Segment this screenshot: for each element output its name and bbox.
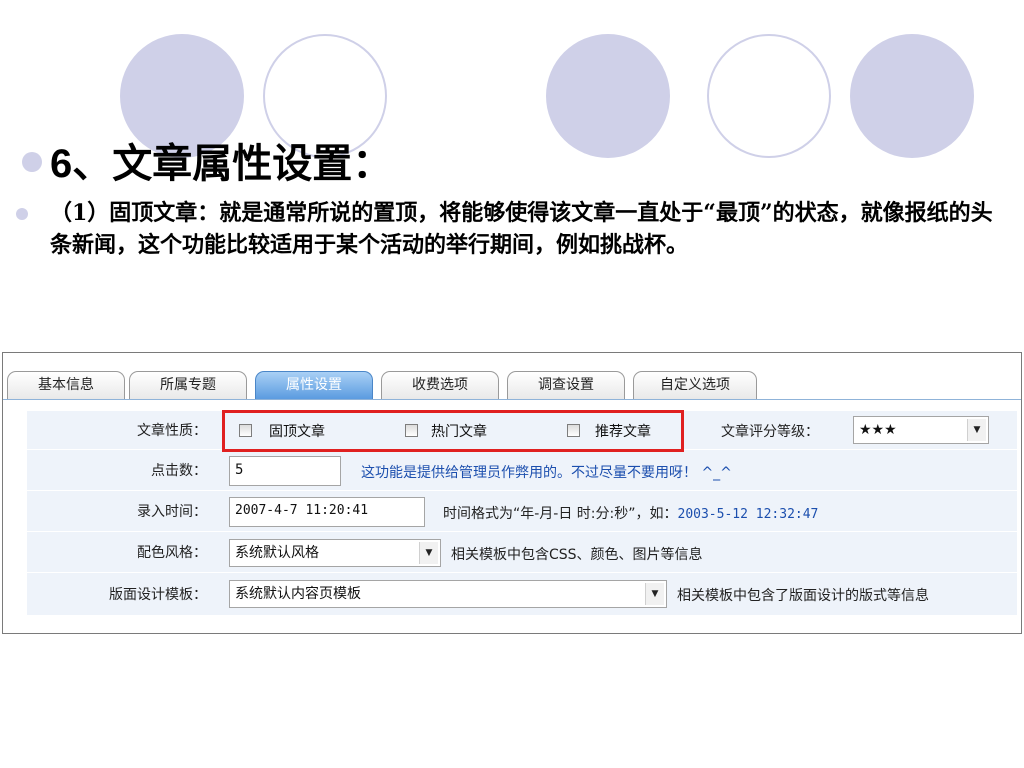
- highlight-frame: [222, 410, 684, 452]
- color-style-hint: 相关模板中包含CSS、颜色、图片等信息: [451, 547, 703, 563]
- entry-time-hint: 时间格式为“年-月-日 时:分:秒”，如：2003-5-12 12:32:47: [443, 503, 818, 523]
- entry-time-input[interactable]: 2007-4-7 11:20:41: [229, 497, 425, 527]
- clicks-hint: 这功能是提供给管理员作弊用的。不过尽量不要用呀！ ^_^: [361, 465, 732, 481]
- decorative-circle: [850, 34, 974, 158]
- decorative-circle: [707, 34, 831, 158]
- entry-time-example: 2003-5-12 12:32:47: [677, 507, 819, 522]
- tab-bar: 基本信息 所属专题 属性设置 收费选项 调查设置 自定义选项: [3, 353, 1021, 400]
- rating-label: 文章评分等级：: [721, 424, 819, 440]
- tab-attribute-settings[interactable]: 属性设置: [255, 371, 373, 399]
- rating-value: ★★★: [859, 422, 897, 438]
- color-style-select[interactable]: 系统默认风格 ▼: [229, 539, 441, 567]
- tab-special-topic[interactable]: 所属专题: [129, 371, 247, 399]
- bullet-icon: [22, 152, 42, 172]
- tab-fee-options[interactable]: 收费选项: [381, 371, 499, 399]
- tab-survey-settings[interactable]: 调查设置: [507, 371, 625, 399]
- tab-custom-options[interactable]: 自定义选项: [633, 371, 757, 399]
- layout-template-hint: 相关模板中包含了版面设计的版式等信息: [677, 588, 929, 604]
- rating-select[interactable]: ★★★ ▼: [853, 416, 989, 444]
- chevron-down-icon: ▼: [645, 583, 664, 605]
- slide-heading: 6、文章属性设置：: [50, 136, 392, 192]
- row-layout-template: 版面设计模板： 系统默认内容页模板 ▼ 相关模板中包含了版面设计的版式等信息: [27, 573, 1017, 616]
- layout-template-value: 系统默认内容页模板: [235, 586, 361, 602]
- row-clicks: 点击数： 5 这功能是提供给管理员作弊用的。不过尽量不要用呀！ ^_^: [27, 450, 1017, 491]
- layout-template-select[interactable]: 系统默认内容页模板 ▼: [229, 580, 667, 608]
- entry-time-format: 时间格式为“年-月-日 时:分:秒”，如：: [443, 506, 678, 522]
- heading-text: 、文章属性设置：: [72, 140, 393, 187]
- color-style-label: 配色风格：: [137, 545, 207, 561]
- clicks-input[interactable]: 5: [229, 456, 341, 486]
- layout-template-label: 版面设计模板：: [109, 587, 207, 603]
- tab-basic-info[interactable]: 基本信息: [7, 371, 125, 399]
- heading-number: 6: [50, 142, 73, 186]
- row-entry-time: 录入时间： 2007-4-7 11:20:41 时间格式为“年-月-日 时:分:…: [27, 491, 1017, 532]
- entry-time-label: 录入时间：: [137, 504, 207, 520]
- clicks-label: 点击数：: [151, 463, 207, 479]
- bullet-icon: [16, 208, 28, 220]
- decorative-circle: [546, 34, 670, 158]
- chevron-down-icon: ▼: [419, 542, 438, 564]
- chevron-down-icon: ▼: [967, 419, 986, 441]
- row-color-style: 配色风格： 系统默认风格 ▼ 相关模板中包含CSS、颜色、图片等信息: [27, 532, 1017, 573]
- article-settings-panel: 基本信息 所属专题 属性设置 收费选项 调查设置 自定义选项 文章性质： 固顶文…: [2, 352, 1022, 634]
- article-property-label: 文章性质：: [137, 423, 207, 439]
- slide-paragraph: （1）固顶文章：就是通常所说的置顶，将能够使得该文章一直处于“最顶”的状态，就像…: [50, 200, 993, 258]
- color-style-value: 系统默认风格: [235, 545, 319, 561]
